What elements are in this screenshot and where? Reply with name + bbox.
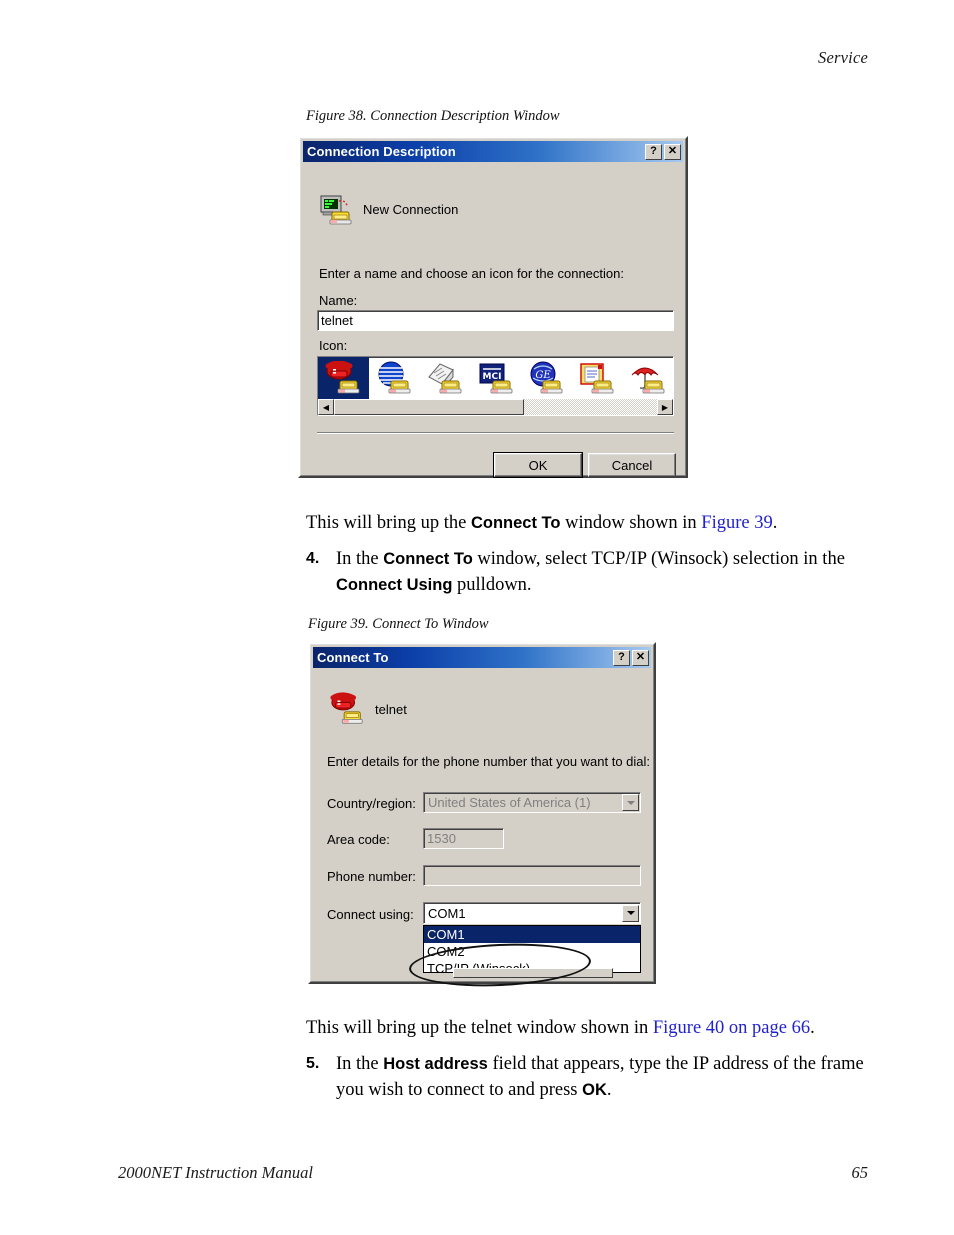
window-client-area: telnet Enter details for the phone numbe… [313,668,651,990]
window-inner-frame: Connection Description ? ✕ New Connectio… [300,138,686,478]
svg-text:GE: GE [536,370,552,381]
scrollbar-thumb[interactable] [334,399,524,415]
instruction-text: Enter details for the phone number that … [327,754,651,769]
fax-machine-icon[interactable] [419,357,470,399]
red-telephone-icon[interactable] [318,357,369,399]
help-icon[interactable]: ? [645,143,662,160]
step4-t3: pulldown. [452,575,532,595]
computer-phone-icon [319,193,353,225]
scroll-right-icon[interactable]: ▶ [657,399,673,415]
icon-picker-strip[interactable]: MCI GE ◀ ▶ [317,356,674,416]
step-4-number: 4. [306,550,320,567]
connection-name-label: telnet [375,701,407,717]
step-5-number: 5. [306,1055,320,1072]
page-footer: 2000NET Instruction Manual 65 [118,1163,868,1183]
country-region-label: Country/region: [327,796,416,811]
page-header: Service [818,48,868,67]
para1-bold-connect-to: Connect To [470,514,561,532]
titlebar[interactable]: Connection Description ? ✕ [303,141,683,162]
help-icon[interactable]: ? [613,649,630,666]
dropdown-option-com2[interactable]: COM2 [424,943,640,960]
step4-b1: Connect To [383,550,473,568]
mci-logo-icon[interactable]: MCI [470,357,521,399]
connection-name-label: New Connection [363,201,459,217]
para2-after: . [810,1018,815,1038]
red-umbrella-icon[interactable] [622,357,673,399]
icon-field-label: Icon: [319,338,348,353]
window-title: Connection Description [307,144,456,159]
titlebar[interactable]: Connect To ? ✕ [313,647,651,668]
connection-row: telnet [329,692,407,726]
area-code-input[interactable]: 1530 [423,828,504,849]
connect-using-select[interactable]: COM1 [423,902,641,924]
para1-after: . [772,513,778,533]
figure-39-link[interactable]: Figure 39 [701,513,772,533]
window-title: Connect To [317,650,389,665]
blue-globe-icon[interactable] [369,357,420,399]
footer-manual-title: 2000NET Instruction Manual [118,1163,313,1182]
connection-description-window: Connection Description ? ✕ New Connectio… [298,136,688,478]
cancel-button[interactable]: Cancel [588,453,676,477]
country-region-select[interactable]: United States of America (1) [423,792,641,813]
scrollbar-track[interactable] [524,399,657,415]
step5-b2: OK [582,1081,607,1099]
dropdown-scrollbar-thumb[interactable] [453,968,613,978]
separator [317,432,674,434]
red-telephone-icon [329,692,365,726]
paragraph-connect-to: This will bring up the Connect To window… [306,510,886,536]
connect-to-window: Connect To ? ✕ telnet Enter details for … [308,642,656,990]
step-5: 5. In the Host address field that appear… [306,1051,876,1103]
step-4: 4. In the Connect To window, select TCP/… [306,546,866,598]
figure-39-caption: Figure 39. Connect To Window [308,616,489,632]
step5-b1: Host address [383,1055,488,1073]
area-code-label: Area code: [327,832,390,847]
window-client-area: New Connection Enter a name and choose a… [303,162,683,478]
new-connection-row: New Connection [319,193,458,225]
chevron-down-icon[interactable] [622,904,639,922]
connect-using-value: COM1 [428,905,466,921]
figure-38-caption: Figure 38. Connection Description Window [306,108,560,124]
instruction-text: Enter a name and choose an icon for the … [319,266,624,281]
ok-button[interactable]: OK [493,452,583,478]
step-4-text: In the Connect To window, select TCP/IP … [336,546,866,598]
step4-t2: window, select TCP/IP (Winsock) selectio… [472,549,845,569]
chevron-down-icon[interactable] [622,794,639,811]
step4-t1: In the [336,549,384,569]
ge-globe-icon[interactable]: GE [521,357,572,399]
window-inner-frame: Connect To ? ✕ telnet Enter details for … [310,644,654,990]
name-input[interactable]: telnet [317,310,674,331]
para1-before: This will bring up the [306,513,471,533]
scroll-left-icon[interactable]: ◀ [318,399,334,415]
connect-using-label: Connect using: [327,907,414,922]
icon-strip-scrollbar[interactable]: ◀ ▶ [318,399,673,415]
name-field-label: Name: [319,293,358,308]
icon-list: MCI GE [318,357,673,399]
para1-mid: window shown in [560,513,702,533]
dropdown-option-com1[interactable]: COM1 [424,926,640,943]
close-icon[interactable]: ✕ [632,649,649,666]
close-icon[interactable]: ✕ [664,143,681,160]
para2-before: This will bring up the telnet window sho… [306,1018,653,1038]
paragraph-telnet-window: This will bring up the telnet window sho… [306,1015,906,1041]
figure-40-link[interactable]: Figure 40 on page 66 [653,1018,810,1038]
step5-t1: In the [336,1054,384,1074]
step-5-text: In the Host address field that appears, … [336,1051,866,1103]
phone-number-label: Phone number: [327,869,416,884]
connect-using-dropdown[interactable]: COM1 COM2 TCP/IP (Winsock) [423,925,641,973]
documents-icon[interactable] [572,357,623,399]
step5-t3: . [606,1080,612,1100]
country-region-value: United States of America (1) [428,795,591,810]
footer-page-number: 65 [851,1163,869,1182]
phone-number-input[interactable] [423,865,641,886]
step4-b2: Connect Using [336,576,453,594]
